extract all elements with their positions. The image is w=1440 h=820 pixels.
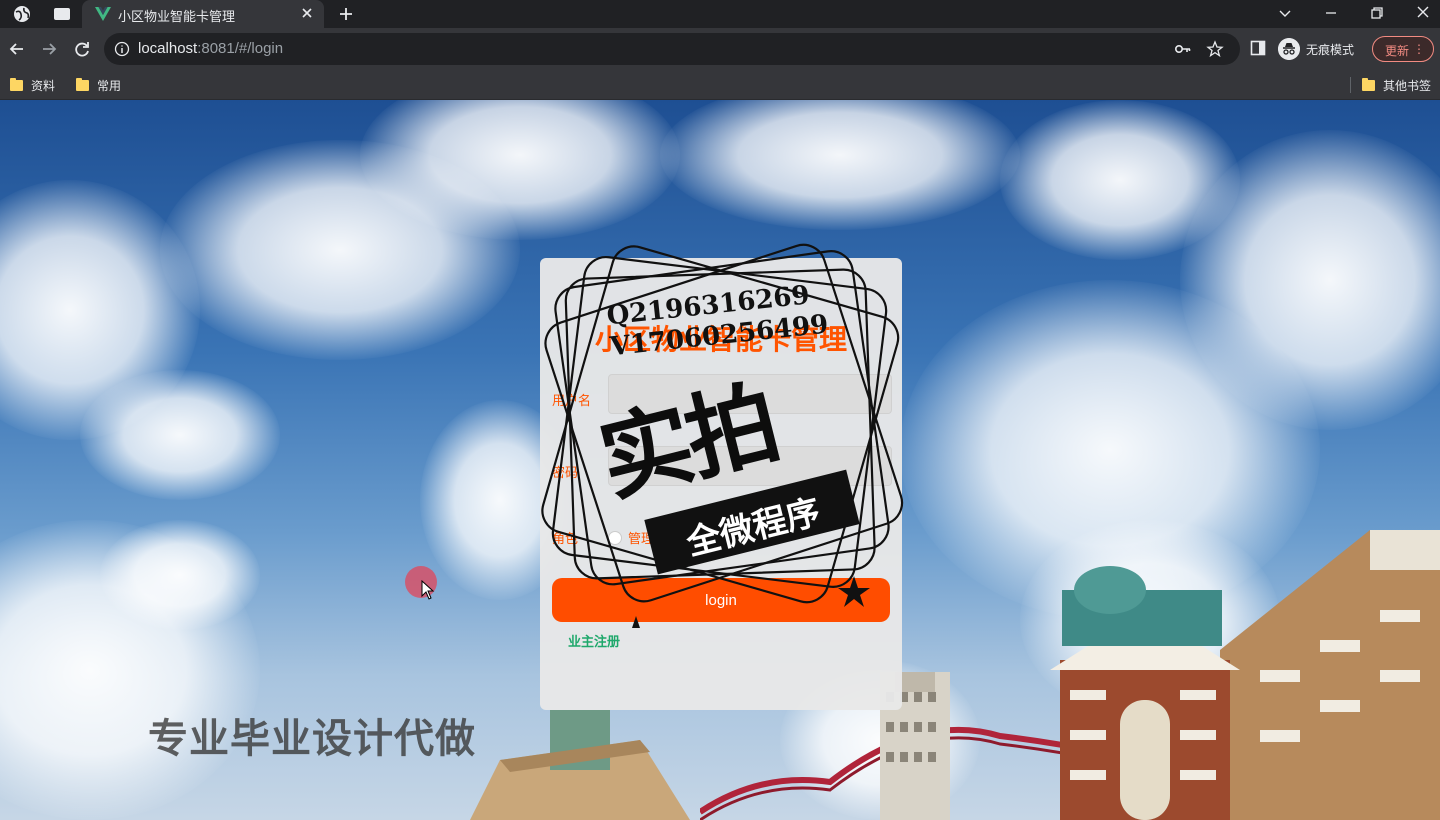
browser-toolbar: localhost:8081/#/login 无痕模式 更新 ⋮ bbox=[0, 28, 1440, 70]
new-tab-icon[interactable] bbox=[336, 4, 356, 24]
active-tab[interactable]: 小区物业智能卡管理 bbox=[82, 0, 324, 28]
address-bar[interactable]: localhost:8081/#/login bbox=[104, 33, 1240, 65]
register-link[interactable]: 业主注册 bbox=[568, 631, 620, 650]
update-label: 更新 bbox=[1385, 44, 1410, 58]
side-panel-icon[interactable] bbox=[1250, 40, 1266, 56]
star-icon bbox=[838, 576, 870, 607]
folder-icon bbox=[76, 77, 89, 91]
bookmark-separator bbox=[1350, 77, 1351, 93]
page-viewport: 小区物业智能卡管理 用户名 密码 角色 管理员 login 业主注册 Q2196… bbox=[0, 100, 1440, 820]
more-menu-icon[interactable]: ⋮ bbox=[1413, 42, 1425, 56]
update-button[interactable]: 更新 ⋮ bbox=[1372, 36, 1434, 62]
minimize-icon[interactable] bbox=[1320, 2, 1342, 24]
vue-logo-icon bbox=[95, 7, 111, 21]
other-bookmarks[interactable]: 其他书签 bbox=[1362, 75, 1431, 95]
back-icon[interactable] bbox=[6, 38, 28, 60]
bookmarks-bar: 资料 常用 其他书签 bbox=[0, 70, 1440, 100]
close-window-icon[interactable] bbox=[1412, 2, 1434, 24]
url-text[interactable]: localhost:8081/#/login bbox=[138, 40, 283, 57]
buildings-image bbox=[1050, 530, 1440, 820]
folder-icon bbox=[10, 77, 23, 91]
bookmark-star-icon[interactable] bbox=[1206, 40, 1224, 58]
bookmark-folder-ziliao[interactable]: 资料 bbox=[10, 75, 55, 95]
watermark-text: 专业毕业设计代做 bbox=[148, 716, 476, 762]
statue-base-image bbox=[470, 710, 690, 820]
incognito-profile[interactable]: 无痕模式 bbox=[1278, 36, 1354, 62]
mouse-cursor-icon bbox=[421, 580, 435, 600]
forward-icon[interactable] bbox=[38, 38, 60, 60]
tab-title: 小区物业智能卡管理 bbox=[118, 9, 236, 24]
folder-icon bbox=[1362, 77, 1375, 91]
tab-list-chevron-icon[interactable] bbox=[1274, 2, 1296, 24]
tab-search-icon[interactable] bbox=[52, 4, 72, 24]
star-icon bbox=[620, 616, 652, 628]
site-info-icon[interactable] bbox=[114, 41, 130, 57]
profile-label: 无痕模式 bbox=[1306, 42, 1355, 57]
restore-icon[interactable] bbox=[1366, 2, 1388, 24]
bookmark-folder-changyong[interactable]: 常用 bbox=[76, 75, 121, 95]
browser-tab-strip: 小区物业智能卡管理 bbox=[0, 0, 1440, 28]
reload-icon[interactable] bbox=[71, 38, 93, 60]
incognito-icon bbox=[1278, 38, 1300, 60]
password-key-icon[interactable] bbox=[1174, 40, 1192, 58]
globe-icon[interactable] bbox=[12, 4, 32, 24]
close-tab-icon[interactable] bbox=[300, 6, 314, 20]
